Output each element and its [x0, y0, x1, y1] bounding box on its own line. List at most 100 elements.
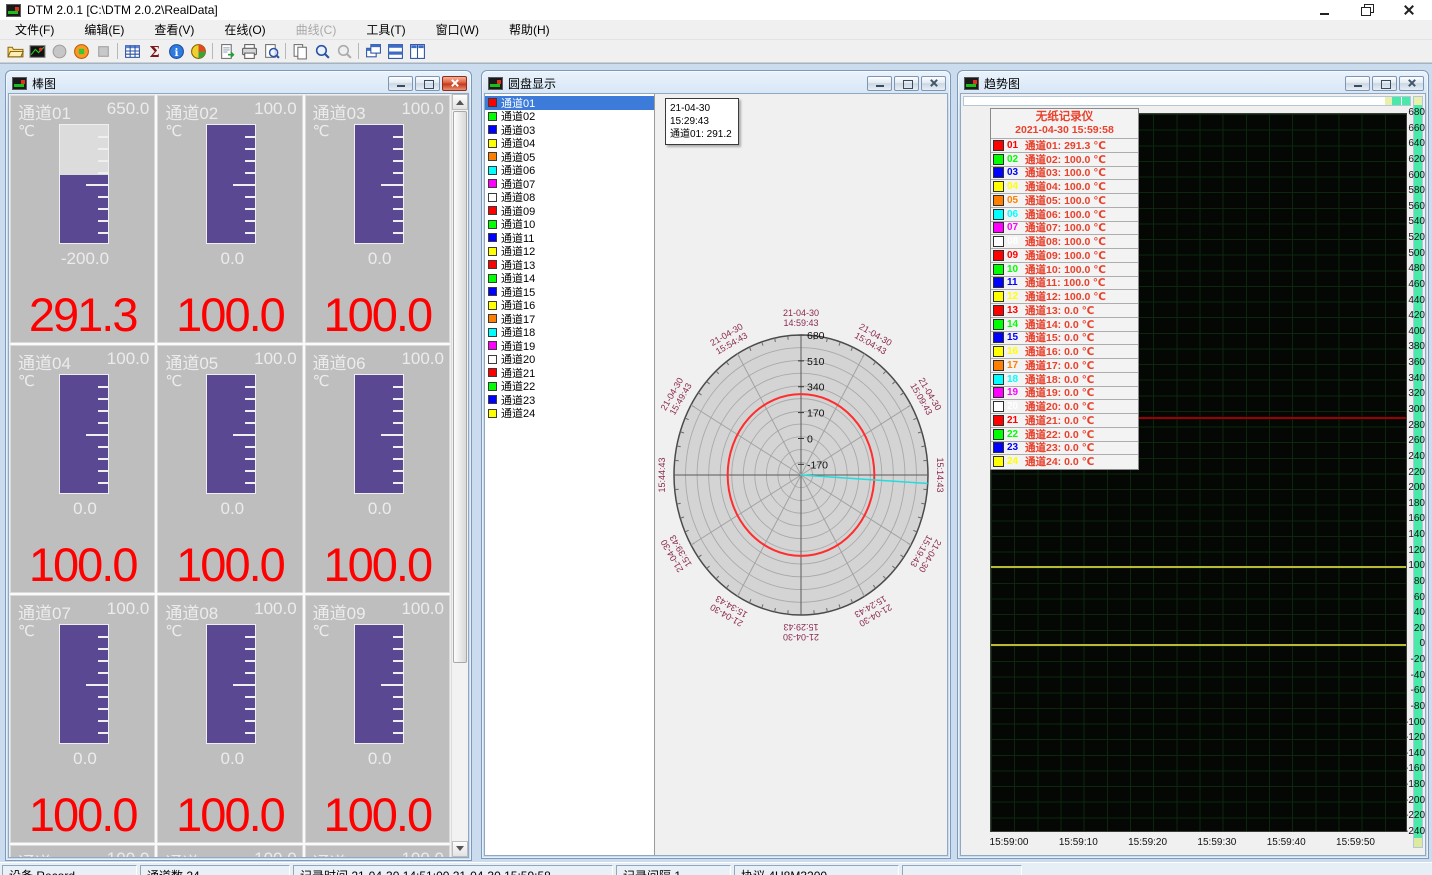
legend-color-swatch [993, 264, 1004, 275]
legend-channel-value: 通道22: 0.0 ℃ [1025, 427, 1094, 442]
gauge-tick [98, 672, 108, 674]
gauge-tick [393, 232, 403, 234]
gauge-scrollbar[interactable] [451, 94, 468, 857]
maximize-button[interactable] [894, 76, 919, 91]
toolbar-realtime-chart-icon[interactable] [26, 41, 48, 62]
menu-item-online[interactable]: 在线(O) [209, 19, 280, 40]
gauge-max-value: 650.0 [107, 99, 150, 124]
trend-horizontal-scrollbar[interactable] [963, 96, 1411, 106]
toolbar-pause-disabled-icon[interactable] [92, 41, 114, 62]
bar-gauge: 通道12100.0℃0.0100.0 [305, 845, 450, 858]
toolbar-tile-vertical-icon[interactable] [406, 41, 428, 62]
toolbar-export-icon[interactable] [216, 41, 238, 62]
toolbar-data-table-icon[interactable] [121, 41, 143, 62]
legend-channel-value: 通道11: 100.0 ℃ [1025, 275, 1105, 290]
legend-channel-number: 12 [1007, 291, 1025, 302]
legend-channel-number: 10 [1007, 264, 1025, 275]
legend-row: 02通道02: 100.0 ℃ [991, 152, 1138, 166]
toolbar-open-file-icon[interactable] [4, 41, 26, 62]
legend-channel-value: 通道19: 0.0 ℃ [1025, 385, 1094, 400]
gauge-tick [393, 732, 403, 734]
menu-item-edit[interactable]: 编辑(E) [69, 19, 139, 40]
menu-item-window[interactable]: 窗口(W) [421, 19, 494, 40]
channel-list-item[interactable]: 通道24 [485, 407, 654, 421]
app-restore-button[interactable] [1360, 4, 1374, 16]
legend-channel-value: 通道21: 0.0 ℃ [1025, 413, 1094, 428]
chart-window-icon [12, 77, 27, 90]
toolbar-cascade-windows-icon[interactable] [362, 41, 384, 62]
channel-color-swatch [488, 193, 497, 202]
toolbar-info-icon[interactable]: i [165, 41, 187, 62]
gauge-channel-name: 通道03 [313, 99, 366, 124]
channel-color-swatch [488, 112, 497, 121]
gauge-max-value: 100.0 [107, 599, 150, 624]
gauge-tick [245, 208, 255, 210]
app-close-button[interactable] [1402, 4, 1416, 16]
scroll-up-button[interactable] [452, 94, 468, 110]
menu-item-help[interactable]: 帮助(H) [494, 19, 565, 40]
gauge-bar-track [354, 374, 404, 494]
svg-text:21-04-3015:14:43: 21-04-3015:14:43 [935, 457, 948, 493]
minimize-button[interactable] [867, 76, 892, 91]
gauge-current-value: 100.0 [158, 287, 301, 342]
toolbar-pie-chart-icon[interactable] [187, 41, 209, 62]
legend-row: 18通道18: 0.0 ℃ [991, 372, 1138, 386]
maximize-button[interactable] [1372, 76, 1397, 91]
bar-gauge: 通道02100.0℃0.0100.0 [157, 95, 302, 343]
scroll-thumb[interactable] [453, 111, 467, 663]
trend-window-titlebar[interactable]: 趋势图 [960, 73, 1426, 93]
svg-text:Σ: Σ [149, 43, 160, 60]
legend-channel-value: 通道17: 0.0 ℃ [1025, 358, 1094, 373]
toolbar-zoom-disabled-icon[interactable] [333, 41, 355, 62]
menu-item-tools[interactable]: 工具(T) [351, 19, 420, 40]
toolbar-stop-disabled-icon[interactable] [48, 41, 70, 62]
legend-color-swatch [993, 346, 1004, 357]
gauge-tick [98, 732, 108, 734]
status-segment [902, 865, 1022, 875]
legend-channel-value: 通道08: 100.0 ℃ [1025, 234, 1106, 249]
gauge-tick [98, 148, 108, 150]
toolbar-copy-icon[interactable] [289, 41, 311, 62]
bar-gauge: 通道08100.0℃0.0100.0 [157, 595, 302, 843]
toolbar-record-icon[interactable] [70, 41, 92, 62]
toolbar-separator [358, 43, 359, 59]
bar-gauge: 通道05100.0℃0.0100.0 [157, 345, 302, 593]
toolbar-statistics-sigma-icon[interactable]: Σ [143, 41, 165, 62]
menu-item-file[interactable]: 文件(F) [0, 19, 69, 40]
dial-window-titlebar[interactable]: 圆盘显示 [484, 73, 948, 93]
scroll-down-button[interactable] [452, 841, 468, 857]
menu-item-curve[interactable]: 曲线(C) [281, 19, 352, 40]
gauge-tick [393, 220, 403, 222]
trend-hscroll-thumb[interactable] [1385, 97, 1410, 105]
gauge-current-value: 100.0 [158, 787, 301, 842]
gauge-tick [98, 708, 108, 710]
legend-row: 16通道16: 0.0 ℃ [991, 344, 1138, 358]
toolbar-print-icon[interactable] [238, 41, 260, 62]
gauge-tick [98, 410, 108, 412]
minimize-button[interactable] [1345, 76, 1370, 91]
bar-graph-window-titlebar[interactable]: 棒图 [8, 73, 469, 93]
gauge-tick [393, 148, 403, 150]
status-bar: 设备 Record通道数 24记录时间 21-04-30 14:51:00 21… [0, 862, 1432, 875]
gauge-min-value: 0.0 [19, 499, 151, 519]
gauge-tick [393, 720, 403, 722]
status-segment: 协议 4U8M3200 [734, 865, 899, 875]
gauge-tick [245, 446, 255, 448]
close-button[interactable] [1399, 76, 1424, 91]
gauge-bar-track [354, 624, 404, 744]
minimize-button[interactable] [388, 76, 413, 91]
legend-color-swatch [993, 442, 1004, 453]
app-minimize-button[interactable] [1318, 4, 1332, 16]
close-button[interactable] [442, 76, 467, 91]
toolbar-tile-horizontal-icon[interactable] [384, 41, 406, 62]
gauge-tick [245, 386, 255, 388]
gauge-tick [98, 720, 108, 722]
toolbar-print-preview-icon[interactable] [260, 41, 282, 62]
legend-channel-number: 19 [1007, 387, 1025, 398]
toolbar-zoom-icon[interactable] [311, 41, 333, 62]
gauge-tick [393, 708, 403, 710]
menu-item-view[interactable]: 查看(V) [139, 19, 209, 40]
close-button[interactable] [921, 76, 946, 91]
maximize-button[interactable] [415, 76, 440, 91]
gauge-tick [98, 636, 108, 638]
